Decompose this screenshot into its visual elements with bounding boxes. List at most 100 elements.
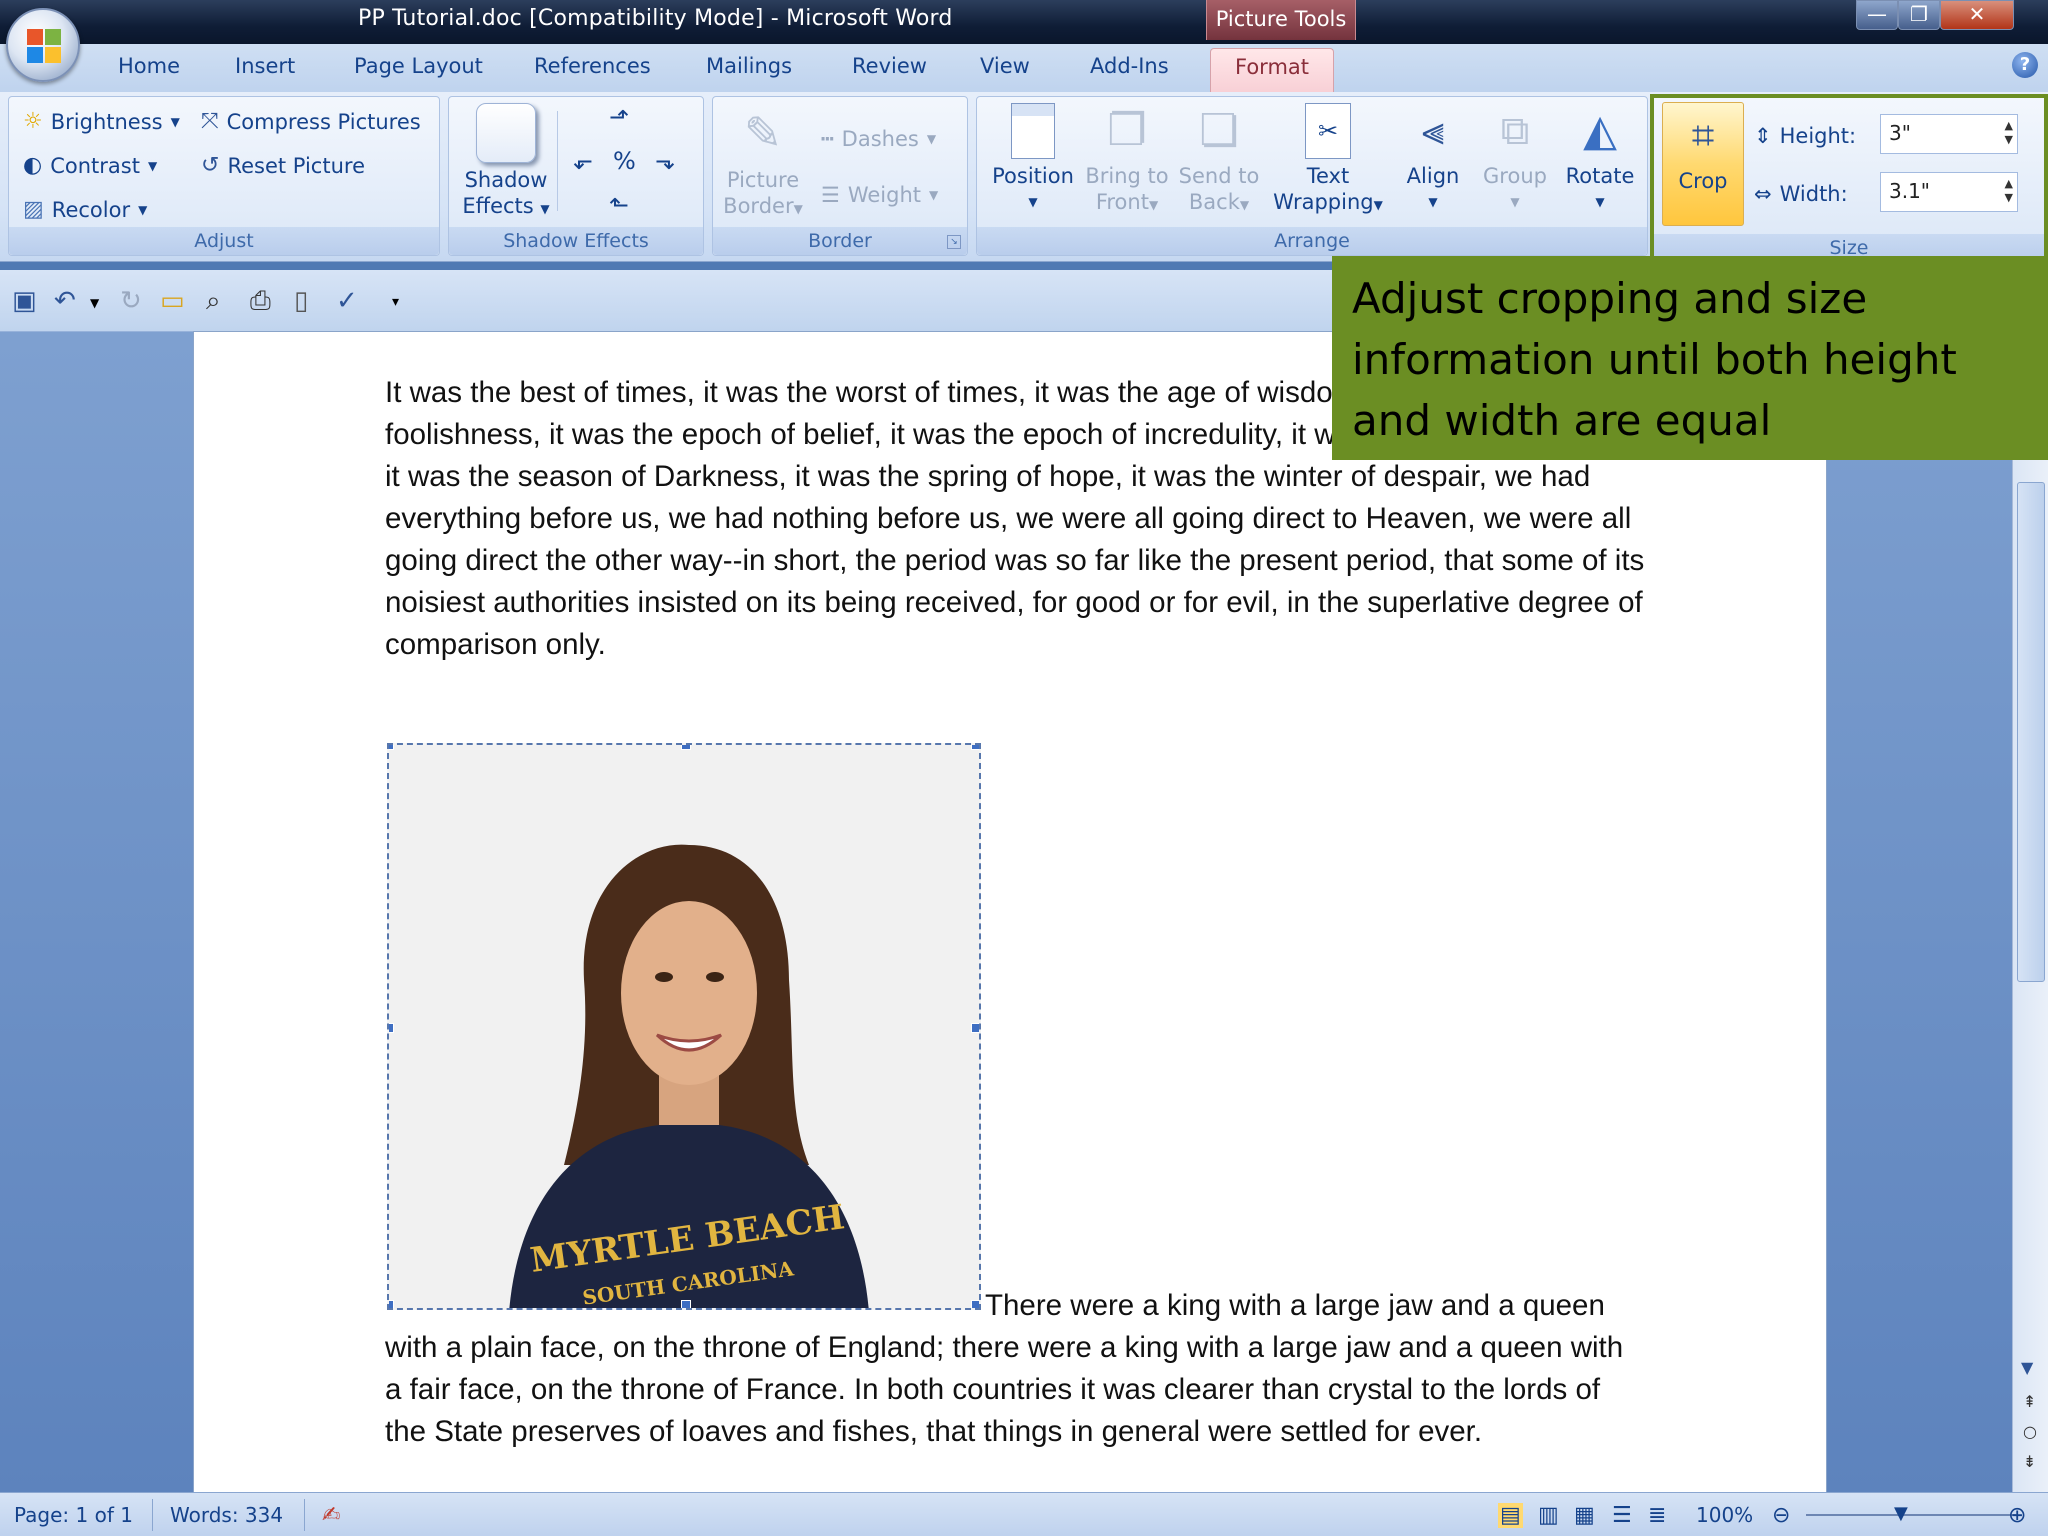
tab-references[interactable]: References [534, 54, 651, 78]
tab-add-ins[interactable]: Add-Ins [1090, 54, 1169, 78]
word-count[interactable]: Words: 334 [170, 1503, 283, 1527]
save-icon[interactable]: ▣ [12, 286, 42, 316]
dropdown-arrow-icon: ▼ [793, 202, 803, 216]
resize-handle-top[interactable] [681, 745, 691, 750]
customize-toolbar-icon[interactable]: ▾ [392, 294, 422, 324]
office-logo-icon [27, 29, 61, 63]
print-preview-icon[interactable]: ⌕ [206, 286, 236, 316]
redo-icon[interactable]: ↻ [120, 286, 150, 316]
tab-review[interactable]: Review [852, 54, 927, 78]
tab-insert[interactable]: Insert [235, 54, 295, 78]
brightness-label: Brightness [50, 109, 163, 134]
undo-icon[interactable]: ↶ [54, 286, 84, 316]
dropdown-arrow-icon: ▼ [1239, 198, 1250, 212]
shadow-effects-label-2: Effects [462, 194, 534, 218]
dropdown-arrow-icon: ▼ [1148, 198, 1159, 212]
nudge-right-button[interactable]: ⬎ [655, 147, 675, 175]
nudge-up-button[interactable]: ⬏ [609, 103, 629, 131]
shadow-toggle-button[interactable]: % [613, 147, 636, 175]
undo-dropdown-icon[interactable]: ▼ [90, 296, 120, 326]
nudge-down-icon: ⬑ [609, 191, 630, 219]
draft-icon[interactable]: ≣ [1648, 1503, 1666, 1528]
previous-page-icon[interactable]: ⇞ [2023, 1392, 2036, 1411]
shadow-effects-group-label: Shadow Effects [449, 227, 703, 255]
new-document-icon[interactable]: ▯ [294, 286, 324, 316]
nudge-left-button[interactable]: ⬐ [573, 147, 593, 175]
tab-mailings[interactable]: Mailings [706, 54, 792, 78]
rotate-button[interactable]: ◭ Rotate ▼ [1557, 103, 1643, 215]
contrast-button[interactable]: ◐ Contrast ▼ [23, 153, 157, 178]
bring-to-front-button[interactable]: ❐ Bring to Front▼ [1081, 103, 1173, 218]
dashes-button[interactable]: ┅ Dashes ▼ [821, 127, 936, 151]
web-layout-icon[interactable]: ▦ [1574, 1503, 1595, 1528]
print-layout-icon[interactable]: ▤ [1498, 1503, 1523, 1528]
close-button[interactable]: ✕ [1940, 0, 2014, 30]
text-wrapping-label-1: Text [1306, 164, 1350, 188]
spelling-icon[interactable]: ✓ [336, 286, 366, 316]
dropdown-arrow-icon: ▼ [170, 114, 180, 129]
paragraph-2[interactable]: There were a king with a large jaw and a… [385, 1285, 1645, 1453]
dialog-launcher-icon[interactable]: ↘ [947, 235, 961, 249]
tab-page-layout[interactable]: Page Layout [354, 54, 483, 78]
brightness-button[interactable]: ☼ Brightness ▼ [23, 109, 180, 134]
print-icon[interactable]: ⎙ [250, 286, 280, 316]
proofing-icon[interactable]: ✍ [322, 1503, 340, 1528]
height-label: Height: [1779, 124, 1857, 148]
outline-icon[interactable]: ☰ [1612, 1503, 1632, 1528]
height-input[interactable]: 3" ▲ ▼ [1880, 114, 2018, 154]
height-spinner[interactable]: ▲ ▼ [2005, 119, 2013, 147]
weight-button[interactable]: ☰ Weight ▼ [821, 183, 938, 207]
tab-home[interactable]: Home [118, 54, 180, 78]
title-bar: PP Tutorial.doc [Compatibility Mode] - M… [0, 0, 2048, 44]
recolor-button[interactable]: ▨ Recolor ▼ [23, 197, 147, 222]
resize-handle-left[interactable] [389, 1023, 394, 1033]
text-wrapping-button[interactable]: ✂ Text Wrapping▼ [1267, 103, 1389, 218]
open-folder-icon[interactable]: ▭ [160, 286, 190, 316]
resize-handle-top-left[interactable] [389, 745, 394, 750]
scroll-down-icon[interactable]: ▼ [2021, 1358, 2033, 1377]
browse-object-icon[interactable]: ○ [2023, 1422, 2037, 1441]
zoom-in-icon[interactable]: ⊕ [2008, 1503, 2026, 1528]
full-screen-reading-icon[interactable]: ▥ [1538, 1503, 1559, 1528]
reset-picture-icon: ↺ [201, 153, 220, 178]
group-button[interactable]: ⧉ Group ▼ [1473, 103, 1557, 215]
resize-handle-top-right[interactable] [971, 745, 979, 750]
divider [557, 111, 558, 211]
scrollbar-thumb[interactable] [2017, 482, 2045, 982]
width-spinner[interactable]: ▲ ▼ [2005, 177, 2013, 205]
shadow-effects-label-1: Shadow [464, 168, 548, 192]
bring-to-front-label-1: Bring to [1085, 164, 1169, 188]
help-icon[interactable]: ? [2012, 52, 2038, 78]
zoom-slider-thumb[interactable]: ▼ [1894, 1503, 1908, 1524]
restore-button[interactable]: ❐ [1898, 0, 1940, 30]
next-page-icon[interactable]: ⇟ [2023, 1452, 2036, 1471]
align-button[interactable]: ⫷ Align ▼ [1393, 103, 1473, 215]
width-input[interactable]: 3.1" ▲ ▼ [1880, 172, 2018, 212]
zoom-out-icon[interactable]: ⊖ [1772, 1503, 1790, 1528]
recolor-label: Recolor [51, 197, 131, 222]
bring-to-front-label-2: Front [1095, 190, 1149, 214]
nudge-down-button[interactable]: ⬑ [609, 191, 629, 219]
tab-format[interactable]: Format [1210, 48, 1335, 92]
quick-access-toolbar: ▣ ↶ ▼ ↻ ▭ ⌕ ⎙ ▯ ✓ ▾ [0, 270, 1336, 332]
arrange-group-label: Arrange [977, 227, 1647, 255]
resize-handle-right[interactable] [971, 1023, 979, 1033]
reset-picture-button[interactable]: ↺ Reset Picture [201, 153, 365, 178]
nudge-right-icon: ⬎ [655, 147, 676, 175]
position-button[interactable]: Position ▼ [985, 103, 1081, 215]
compress-pictures-button[interactable]: ⤧ Compress Pictures [201, 109, 421, 134]
zoom-level[interactable]: 100% [1696, 1503, 1753, 1527]
send-to-back-button[interactable]: ❏ Send to Back▼ [1173, 103, 1265, 218]
position-label: Position [992, 164, 1074, 188]
crop-button[interactable]: ⌗ Crop [1662, 102, 1744, 226]
office-button[interactable] [6, 8, 80, 82]
page-count[interactable]: Page: 1 of 1 [14, 1503, 133, 1527]
shadow-effects-button[interactable]: Shadow Effects ▼ [455, 103, 557, 222]
minimize-button[interactable]: — [1856, 0, 1898, 30]
selected-picture[interactable]: MYRTLE BEACH SOUTH CAROLINA [387, 743, 981, 1310]
picture-border-button[interactable]: ✎ Picture Border▼ [719, 103, 807, 222]
reset-picture-label: Reset Picture [227, 153, 365, 178]
zoom-slider[interactable] [1806, 1514, 2016, 1516]
dashes-label: Dashes [841, 127, 919, 151]
tab-view[interactable]: View [980, 54, 1030, 78]
